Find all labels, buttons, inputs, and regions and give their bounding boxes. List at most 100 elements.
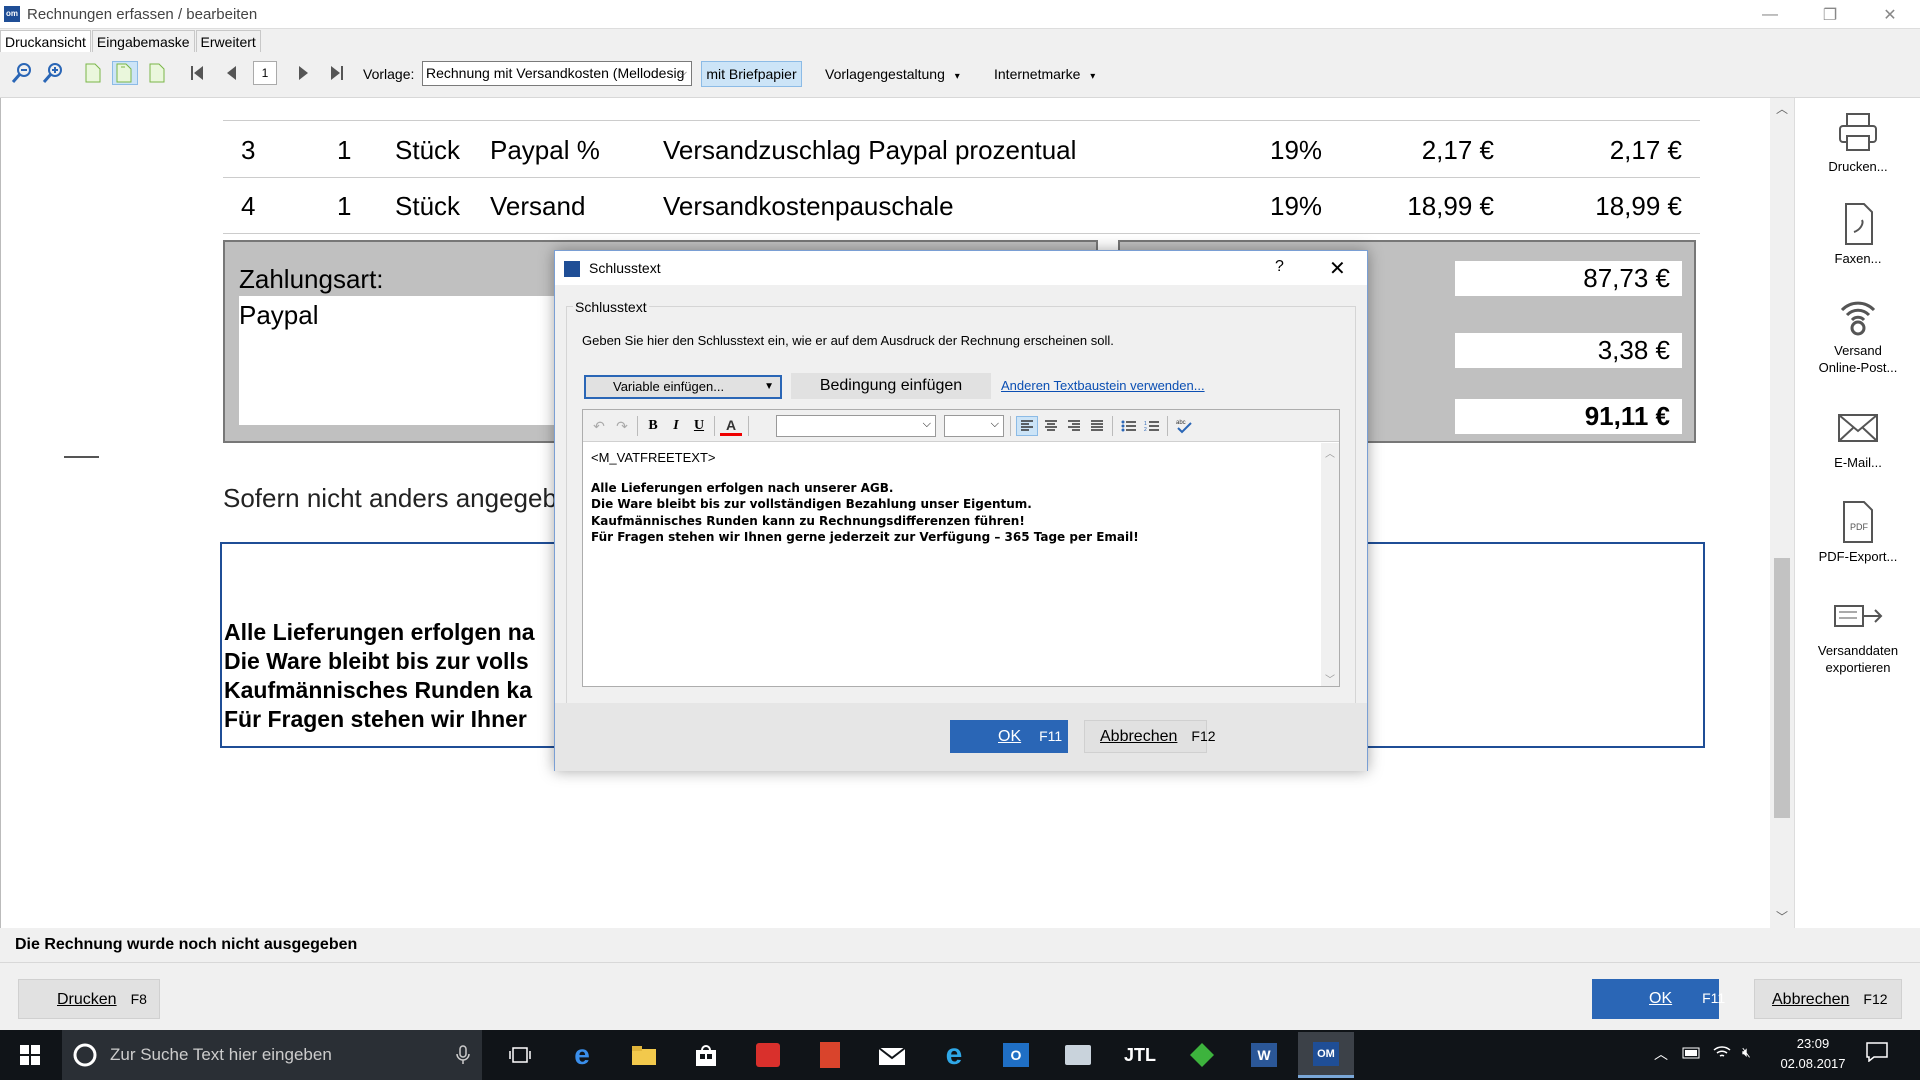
microphone-icon[interactable] [456, 1045, 470, 1065]
file-explorer-icon[interactable] [616, 1032, 672, 1078]
battery-icon[interactable] [1682, 1046, 1702, 1062]
scroll-down-icon[interactable]: ﹀ [1325, 671, 1335, 686]
redo-icon[interactable]: ↷ [612, 416, 632, 436]
prev-page-icon[interactable] [218, 61, 244, 85]
jtl-icon[interactable]: JTL [1112, 1032, 1168, 1078]
sidebar-item-email[interactable]: E-Mail... [1795, 406, 1920, 471]
font-family-select[interactable]: ⌵ [776, 415, 936, 437]
dropdown-arrow-icon: ▼ [764, 381, 774, 392]
dialog-ok-button[interactable]: OK F11 [950, 720, 1068, 753]
chevron-up-icon[interactable]: ︿ [1654, 1044, 1668, 1064]
wifi-icon[interactable] [1712, 1044, 1732, 1063]
pos-cell: 3 [241, 135, 256, 165]
align-center-icon[interactable] [1040, 416, 1062, 436]
edge-icon[interactable]: e [554, 1032, 610, 1078]
briefpapier-toggle[interactable]: mit Briefpapier [701, 61, 802, 87]
outlook-icon[interactable]: O [988, 1032, 1044, 1078]
editor-content[interactable]: <M_VATFREETEXT> Alle Lieferungen erfolge… [591, 450, 1139, 546]
vorlagengestaltung-menu[interactable]: Vorlagengestaltung ▾ [825, 66, 960, 82]
last-page-icon[interactable] [324, 61, 350, 85]
bold-icon[interactable]: B [643, 416, 663, 436]
scroll-up-icon[interactable]: ︿ [1776, 100, 1788, 117]
next-page-icon[interactable] [291, 61, 317, 85]
maximize-button[interactable]: ❐ [1800, 0, 1860, 29]
ok-label: OK [1649, 990, 1673, 1007]
align-left-icon[interactable] [1016, 416, 1038, 436]
sidebar-item-drucken[interactable]: Drucken... [1795, 110, 1920, 175]
qty-cell: 1 [337, 135, 352, 165]
store-icon[interactable] [678, 1032, 734, 1078]
first-page-icon[interactable] [184, 61, 210, 85]
separator [714, 416, 715, 436]
unit-cell: Stück [395, 135, 461, 165]
internetmarke-menu[interactable]: Internetmarke ▾ [994, 66, 1095, 82]
bullet-list-icon[interactable] [1118, 416, 1140, 436]
bedingung-einfuegen-button[interactable]: Bedingung einfügen [791, 373, 991, 399]
notifications-icon[interactable] [1866, 1042, 1888, 1065]
red-app-icon[interactable] [740, 1032, 796, 1078]
tab-erweitert[interactable]: Erweitert [195, 30, 261, 52]
sidebar-item-online-post[interactable]: Versand Online-Post... [1795, 294, 1920, 376]
editor-scrollbar[interactable]: ︿ ﹀ [1321, 443, 1339, 686]
vorlage-value: Rechnung mit Versandkosten (Mellodesig [426, 65, 685, 81]
drucken-button[interactable]: Drucken F8 [18, 979, 160, 1019]
chevron-down-icon: ⌵ [678, 67, 687, 79]
tab-eingabemaske[interactable]: Eingabemaske [91, 30, 195, 52]
sofern-text: Sofern nicht anders angegeb [223, 483, 557, 513]
separator [748, 416, 749, 436]
table-row: 3 1 Stück Paypal % Versandzuschlag Paypa… [223, 123, 1700, 178]
price-cell: 2,17 € [1421, 135, 1494, 165]
multi-page-icon[interactable] [144, 61, 170, 85]
variable-einfuegen-dropdown[interactable]: Variable einfügen... ▼ [584, 375, 782, 399]
align-right-icon[interactable] [1063, 416, 1085, 436]
sidebar-item-versanddaten[interactable]: Versanddaten exportieren [1795, 594, 1920, 676]
fax-icon [1845, 203, 1873, 245]
shortcut-key: F12 [1191, 728, 1216, 744]
page-number-input[interactable]: 1 [253, 61, 277, 85]
tab-druckansicht[interactable]: Druckansicht [0, 30, 91, 52]
rich-text-editor[interactable]: ↶ ↷ B I U A ⌵ ⌵ 1 2 abc <M_VATFREETEXT> … [582, 409, 1340, 687]
scroll-up-icon[interactable]: ︿ [1325, 445, 1335, 460]
internet-explorer-icon[interactable]: e [926, 1032, 982, 1078]
ok-button[interactable]: OK F11 [1592, 979, 1725, 1019]
abbrechen-button[interactable]: Abbrechen F12 [1754, 979, 1902, 1019]
dialog-abbrechen-button[interactable]: Abbrechen F12 [1084, 720, 1216, 753]
editor-line: Die Ware bleibt bis zur vollständigen Be… [591, 497, 1032, 511]
single-page-icon[interactable] [80, 61, 106, 85]
minimize-button[interactable]: — [1740, 0, 1800, 29]
system-clock[interactable]: 23:09 02.08.2017 [1778, 1034, 1848, 1074]
close-button[interactable]: ✕ [1860, 0, 1920, 29]
zoom-in-icon[interactable] [40, 61, 66, 85]
help-button[interactable]: ? [1275, 258, 1284, 276]
close-icon[interactable]: ✕ [1329, 256, 1346, 281]
windows-start-icon[interactable] [0, 1030, 60, 1080]
undo-icon[interactable]: ↶ [589, 416, 609, 436]
spellcheck-icon[interactable]: abc [1173, 416, 1195, 436]
orderman-app-icon[interactable]: OM [1298, 1032, 1354, 1078]
sidebar-item-faxen[interactable]: Faxen... [1795, 202, 1920, 267]
mail-icon[interactable] [864, 1032, 920, 1078]
italic-icon[interactable]: I [666, 416, 686, 436]
view-tabs: Druckansicht Eingabemaske Erweitert [0, 30, 262, 52]
align-justify-icon[interactable] [1086, 416, 1108, 436]
pdf-reader-icon[interactable] [802, 1032, 858, 1078]
vertical-scrollbar[interactable]: ︿ ﹀ [1770, 98, 1794, 928]
sidebar-item-label: PDF-Export... [1818, 549, 1898, 564]
two-page-icon[interactable] [112, 61, 138, 85]
volume-muted-icon[interactable]: 🔇︎ [1742, 1044, 1751, 1061]
font-size-select[interactable]: ⌵ [944, 415, 1004, 437]
underline-icon[interactable]: U [689, 416, 709, 436]
numbered-list-icon[interactable]: 12 [1141, 416, 1163, 436]
sidebar-item-pdf-export[interactable]: PDF PDF-Export... [1795, 500, 1920, 565]
taskbar-search[interactable]: Zur Suche Text hier eingeben [62, 1030, 482, 1080]
anderen-textbaustein-link[interactable]: Anderen Textbaustein verwenden... [1001, 378, 1205, 393]
zoom-out-icon[interactable] [9, 61, 35, 85]
vorlage-select[interactable]: Rechnung mit Versandkosten (Mellodesig ⌵ [422, 61, 692, 86]
scroll-down-icon[interactable]: ﹀ [1776, 908, 1788, 925]
scroll-thumb[interactable] [1774, 558, 1790, 818]
green-app-icon[interactable] [1174, 1032, 1230, 1078]
word-icon[interactable]: W [1236, 1032, 1292, 1078]
scanner-app-icon[interactable] [1050, 1032, 1106, 1078]
font-color-icon[interactable]: A [720, 416, 742, 436]
task-view-icon[interactable] [492, 1032, 548, 1078]
